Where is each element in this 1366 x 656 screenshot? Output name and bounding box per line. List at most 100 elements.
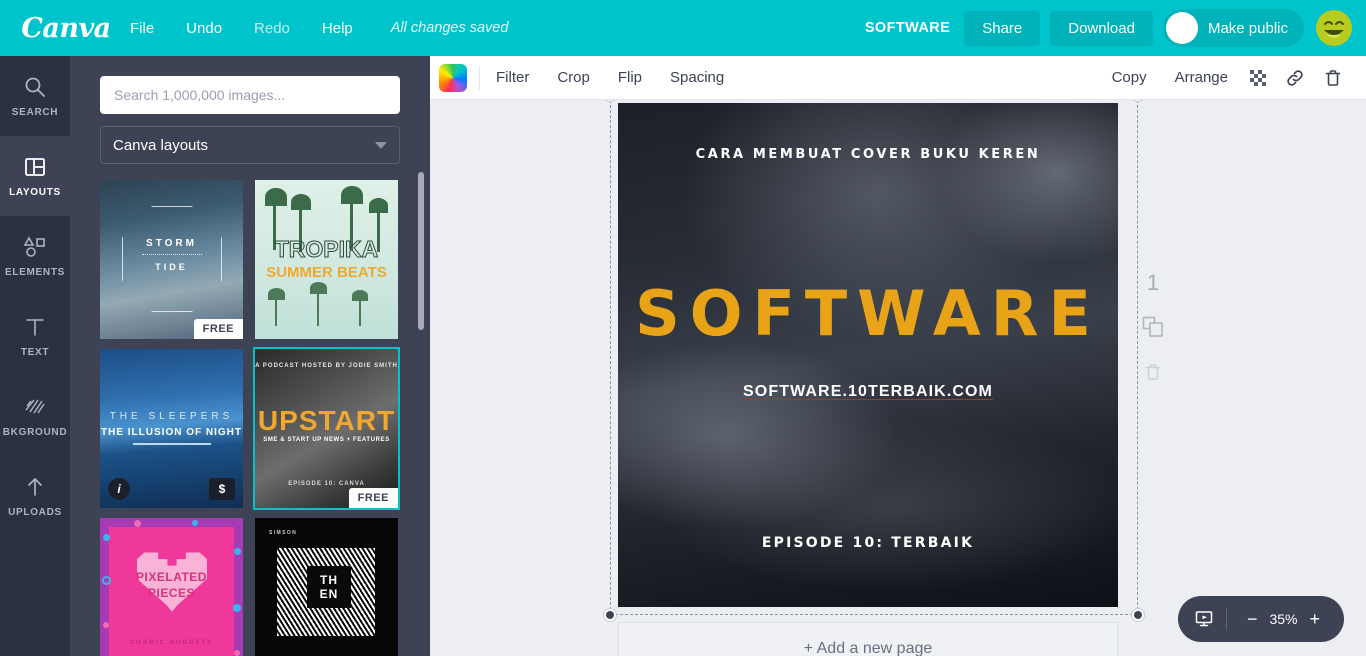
thumb-art: PIXELATED PIECES COSMIC NUGGETS	[100, 518, 243, 656]
thumb-brand: SIMSON	[269, 530, 298, 536]
toolbar-divider	[479, 65, 480, 90]
resize-handle-bottom-left[interactable]	[603, 608, 617, 622]
background-icon	[24, 394, 46, 420]
delete-page-icon[interactable]	[1144, 363, 1162, 386]
download-button[interactable]: Download	[1050, 10, 1153, 46]
thumbnail-storm-tide[interactable]: STORM TIDE FREE	[100, 180, 243, 339]
transparency-icon[interactable]	[1240, 64, 1276, 92]
thumb-subtitle: SUMMER BEATS	[266, 264, 387, 281]
thumb-subtitle: TIDE	[155, 262, 188, 272]
search-wrapper	[70, 56, 430, 114]
add-new-page-button[interactable]: + Add a new page	[618, 622, 1118, 656]
thumb-subtitle: PIECES	[147, 586, 195, 600]
zoom-in-button[interactable]: +	[1301, 609, 1328, 630]
canvas-toolbar: Filter Crop Flip Spacing Copy Arrange	[430, 56, 1366, 100]
layouts-icon	[24, 154, 46, 180]
canva-logo[interactable]: Canva	[18, 11, 114, 45]
smiley-icon	[1317, 11, 1351, 45]
spacing-button[interactable]: Spacing	[658, 63, 736, 92]
elements-icon	[23, 234, 47, 260]
resize-handle-bottom-right[interactable]	[1131, 608, 1145, 622]
canvas-toolbar-right: Copy Arrange	[1096, 63, 1366, 93]
thumb-title: TROPIKA	[274, 236, 379, 263]
flip-button[interactable]: Flip	[606, 63, 654, 92]
design-url-underline: SOFTWARE.10TERBAIK.COM	[743, 383, 993, 400]
copy-button[interactable]: Copy	[1100, 63, 1159, 92]
category-select-value: Canva layouts	[113, 136, 209, 154]
sidebar-label-text: TEXT	[20, 347, 50, 358]
thumbnail-then[interactable]: SIMSON TH EN VOL.2	[255, 518, 398, 656]
copy-pages-icon[interactable]	[1142, 316, 1164, 343]
sidebar-label-background: BKGROUND	[2, 427, 68, 438]
thumbnail-the-sleepers[interactable]: THE SLEEPERS THE ILLUSION OF NIGHT i $	[100, 349, 243, 508]
thumb-art: A PODCAST HOSTED BY JODIE SMITH UPSTART …	[255, 349, 398, 508]
design-kicker-text[interactable]: CARA MEMBUAT COVER BUKU KEREN	[618, 147, 1118, 162]
thumb-title: THE SLEEPERS	[109, 411, 234, 422]
design-canvas[interactable]: CARA MEMBUAT COVER BUKU KEREN SOFTWARE S…	[618, 103, 1118, 607]
sidebar-item-text[interactable]: TEXT	[0, 296, 70, 376]
thumbnail-upstart[interactable]: A PODCAST HOSTED BY JODIE SMITH UPSTART …	[253, 347, 400, 510]
thumb-title: STORM	[146, 238, 197, 249]
design-title-text[interactable]: SOFTWARE	[618, 283, 1118, 345]
thumb-subtitle: EN	[319, 587, 339, 601]
top-bar: Canva File Undo Redo Help All changes sa…	[0, 0, 1366, 56]
thumbnail-pixelated-pieces[interactable]: PIXELATED PIECES COSMIC NUGGETS FREE	[100, 518, 243, 656]
thumb-art: STORM TIDE	[100, 180, 243, 339]
top-bar-right: SOFTWARE Share Download Make public	[865, 9, 1366, 47]
color-picker-button[interactable]	[439, 63, 467, 92]
then-block: TH EN	[307, 566, 351, 608]
menu-undo[interactable]: Undo	[172, 14, 236, 43]
panel-scrollbar[interactable]	[418, 172, 424, 330]
sidebar-label-search: SEARCH	[11, 107, 59, 118]
category-select[interactable]: Canva layouts	[100, 126, 400, 164]
badge-price: $	[209, 478, 235, 500]
thumbnail-tropika[interactable]: TROPIKA SUMMER BEATS	[255, 180, 398, 339]
menu-help[interactable]: Help	[308, 14, 367, 43]
sidebar-label-elements: ELEMENTS	[4, 267, 66, 278]
thumb-subtitle: THE ILLUSION OF NIGHT	[101, 427, 242, 438]
page-tools: 1	[1142, 270, 1164, 386]
badge-free: FREE	[348, 488, 398, 508]
crop-button[interactable]: Crop	[545, 63, 602, 92]
make-public-toggle[interactable]: Make public	[1162, 9, 1304, 47]
text-icon	[24, 314, 46, 340]
sidebar-item-uploads[interactable]: UPLOADS	[0, 456, 70, 536]
sidebar-item-background[interactable]: BKGROUND	[0, 376, 70, 456]
zoom-control: − 35% +	[1177, 596, 1344, 642]
trash-icon[interactable]	[1314, 63, 1352, 93]
link-icon[interactable]	[1276, 63, 1314, 93]
badge-info-icon[interactable]: i	[108, 478, 130, 500]
badge-free: FREE	[193, 319, 243, 339]
thumb-footer: COSMIC NUGGETS	[129, 640, 214, 646]
save-status: All changes saved	[390, 20, 509, 36]
zoom-out-button[interactable]: −	[1239, 609, 1266, 630]
sidebar-item-search[interactable]: SEARCH	[0, 56, 70, 136]
thumb-episode: EPISODE 10: CANVA	[288, 481, 365, 487]
present-icon[interactable]	[1194, 609, 1214, 629]
search-input[interactable]	[100, 76, 400, 114]
canva-logo-text: Canva	[21, 12, 111, 44]
sidebar-item-layouts[interactable]: LAYOUTS	[0, 136, 70, 216]
thumb-art: TROPIKA SUMMER BEATS	[255, 180, 398, 339]
make-public-label: Make public	[1207, 19, 1288, 37]
arrange-button[interactable]: Arrange	[1163, 63, 1240, 92]
wave-divider	[142, 254, 202, 259]
layouts-panel: Canva layouts STORM TIDE FREE	[70, 56, 430, 656]
menu-file[interactable]: File	[116, 14, 168, 43]
design-episode-text[interactable]: EPISODE 10: TERBAIK	[618, 535, 1118, 551]
chevron-down-icon	[375, 141, 387, 149]
menu-redo[interactable]: Redo	[240, 14, 304, 43]
design-url-text[interactable]: SOFTWARE.10TERBAIK.COM	[618, 383, 1118, 401]
thumb-art: SIMSON TH EN VOL.2	[255, 518, 398, 656]
upload-icon	[24, 474, 46, 500]
filter-button[interactable]: Filter	[484, 63, 541, 92]
thumb-title: TH	[320, 573, 338, 587]
page-number: 1	[1146, 270, 1160, 295]
document-title[interactable]: SOFTWARE	[865, 20, 950, 36]
thumb-kicker: A PODCAST HOSTED BY JODIE SMITH	[255, 363, 398, 369]
share-button[interactable]: Share	[964, 10, 1041, 46]
thumb-subtitle: SME & START UP NEWS + FEATURES	[263, 437, 390, 443]
sidebar-item-elements[interactable]: ELEMENTS	[0, 216, 70, 296]
canvas-area: CARA MEMBUAT COVER BUKU KEREN SOFTWARE S…	[430, 100, 1366, 656]
avatar[interactable]	[1316, 10, 1352, 46]
